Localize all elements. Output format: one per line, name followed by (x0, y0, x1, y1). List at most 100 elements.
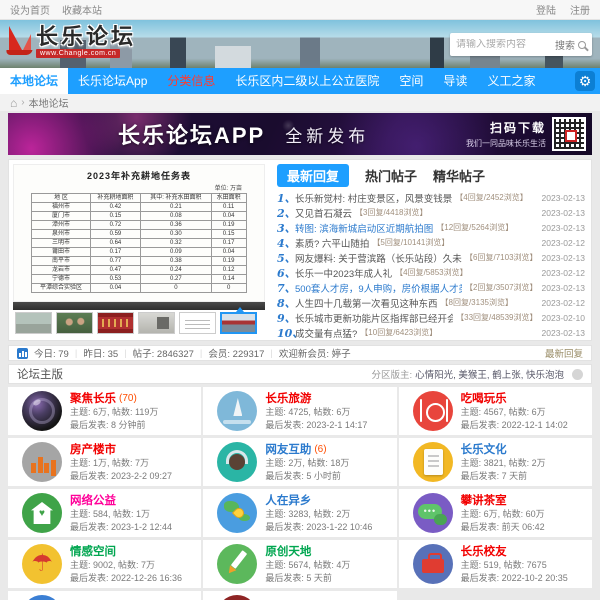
support-icon (217, 442, 257, 482)
moderators-list[interactable]: 心情阳光, 美猴王, 鹤上张, 快乐泡泡 (415, 367, 564, 381)
forum-block-长乐旗袍爱好者[interactable]: 长乐旗袍爱好者 (8, 591, 201, 600)
post-title-link[interactable]: 网友爆料: 关于营滨路（长乐站段）久未修复的回复 (295, 251, 462, 265)
tab-热门帖子[interactable]: 热门帖子 (365, 164, 417, 187)
forum-block-网友互助[interactable]: 网友互助 (6) 主题: 2万, 帖数: 18万 最后发表: 5 小时前 (203, 438, 396, 486)
app-banner-title: 长乐论坛APP (118, 118, 265, 150)
forum-block-title-link[interactable]: 吃喝玩乐 (461, 390, 507, 406)
post-item[interactable]: 2、 又见首石凝云 【3回复/4418浏览】 2023-02-13 (277, 205, 585, 220)
forum-block-聚焦长乐[interactable]: 聚焦长乐 (70) 主题: 6万, 帖数: 119万 最后发表: 8 分钟前 (8, 387, 201, 435)
thumbnail-wall-sign[interactable] (138, 312, 175, 334)
site-logo[interactable]: 长乐论坛 www.Changle.com.cn (6, 25, 136, 59)
thumbnail-building[interactable] (220, 312, 257, 334)
home-icon[interactable]: ⌂ (10, 98, 17, 108)
breadcrumb: ⌂ › 本地论坛 (0, 94, 600, 111)
post-title-link[interactable]: 长乐一中2023年成人礼 (295, 266, 392, 280)
forum-block-title-link[interactable]: 网友互助 (265, 441, 311, 457)
search-button[interactable]: 搜索 (555, 37, 586, 52)
bookmark-link[interactable]: 收藏本站 (62, 6, 102, 17)
post-title-link[interactable]: 长乐新觉村: 村庄变景区，风景变钱景 (295, 191, 452, 205)
post-item[interactable]: 6、 长乐一中2023年成人礼 【4回复/5853浏览】 2023-02-12 (277, 265, 585, 280)
forum-block-长乐旅游[interactable]: 长乐旅游 主题: 4725, 帖数: 6万 最后发表: 2023-2-1 14:… (203, 387, 396, 435)
forum-block-网络公益[interactable]: 网络公益 主题: 584, 帖数: 1万 最后发表: 2023-1-2 12:4… (8, 489, 201, 537)
post-meta: 【4回复/5853浏览】 (395, 267, 467, 278)
post-item[interactable]: 8、 人生四十几载第一次看见这种东西 【8回复/3135浏览】 2023-02-… (277, 295, 585, 310)
post-meta: 【8回复/3135浏览】 (441, 297, 513, 308)
nav-item-长乐论坛App[interactable]: 长乐论坛App (68, 68, 157, 94)
post-title-link[interactable]: 转图: 滨海新城启动区近期航拍图 (295, 221, 433, 235)
forum-block-人在异乡[interactable]: 人在异乡 主题: 3283, 帖数: 2万 最后发表: 2023-1-22 10… (203, 489, 396, 537)
post-title-link[interactable]: 素质? 六平山随拍 (295, 236, 369, 250)
login-link[interactable]: 登陆 (536, 6, 556, 17)
post-meta: 【6回复/7103浏览】 (465, 252, 537, 263)
stat-welcome-newest: 欢迎新会员: 婷子 (279, 346, 351, 360)
pencil-icon (217, 544, 257, 584)
tab-精华帖子[interactable]: 精华帖子 (433, 164, 485, 187)
forum-block-title-link[interactable]: 聚焦长乐 (70, 390, 116, 406)
forum-block-stats: 主题: 1万, 帖数: 7万 (70, 457, 172, 470)
post-item[interactable]: 3、 转图: 滨海新城启动区近期航拍图 【12回复/5264浏览】 2023-0… (277, 220, 585, 235)
gear-icon[interactable]: ⚙ (575, 71, 595, 91)
post-date: 2023-02-13 (538, 253, 585, 263)
forum-block-情感空间[interactable]: 情感空间 主题: 9002, 帖数: 7万 最后发表: 2022-12-26 1… (8, 540, 201, 588)
post-title-link[interactable]: 500套人才房，9人申购，房价根据人才类别仅按市场评估 (295, 281, 462, 295)
forum-block-房产楼市[interactable]: 房产楼市 主题: 1万, 帖数: 7万 最后发表: 2023-2-2 09:27 (8, 438, 201, 486)
utility-bar: 设为首页 收藏本站 登陆 注册 (0, 0, 600, 20)
post-title-link[interactable]: 人生四十几载第一次看见这种东西 (295, 296, 438, 310)
forum-block-lastpost: 最后发表: 2023-2-2 09:27 (70, 470, 172, 483)
post-item[interactable]: 9、 长乐城市更新功能片区指挥部已经开会怎么干了，其他片 【33回复/48539… (277, 310, 585, 325)
post-date: 2023-02-12 (538, 268, 585, 278)
forum-block-title-link[interactable]: 长乐旅游 (265, 390, 311, 406)
post-meta: 【33回复/48539浏览】 (456, 312, 537, 323)
forum-block-title-link[interactable]: 攀讲茶室 (461, 492, 507, 508)
forum-block-title-link[interactable]: 原创天地 (265, 543, 311, 559)
set-home-link[interactable]: 设为首页 (10, 6, 50, 17)
latest-reply-link[interactable]: 最新回复 (545, 346, 583, 360)
post-item[interactable]: 4、 素质? 六平山随拍 【5回复/10141浏览】 2023-02-12 (277, 235, 585, 250)
post-title-link[interactable]: 成交量有点猛? (295, 326, 357, 340)
nav-item-导读[interactable]: 导读 (433, 68, 477, 94)
nav-item-空间[interactable]: 空间 (389, 68, 433, 94)
forum-block-长乐汉服爱好者[interactable]: 长乐汉服爱好者 (203, 591, 396, 600)
forum-block-title-link[interactable]: 情感空间 (70, 543, 116, 559)
qr-code (552, 117, 586, 151)
forum-block-title-link[interactable]: 长乐文化 (461, 441, 507, 457)
post-item[interactable]: 7、 500套人才房，9人申购，房价根据人才类别仅按市场评估 【2回复/3507… (277, 280, 585, 295)
search-input[interactable] (456, 39, 555, 50)
forum-block-长乐文化[interactable]: 长乐文化 主题: 3821, 帖数: 2万 最后发表: 7 天前 (399, 438, 592, 486)
post-item[interactable]: 5、 网友爆料: 关于营滨路（长乐站段）久未修复的回复 【6回复/7103浏览】… (277, 250, 585, 265)
thumbnail-people[interactable] (56, 312, 93, 334)
thumbnail-table-document[interactable] (179, 312, 216, 334)
register-link[interactable]: 注册 (570, 6, 590, 17)
post-item[interactable]: 1、 长乐新觉村: 村庄变景区，风景变钱景 【4回复/2452浏览】 2023-… (277, 190, 585, 205)
app-promo-banner[interactable]: 长乐论坛APP 全新发布 扫码下载 我们一同品味长乐生活 (8, 113, 592, 155)
tab-最新回复[interactable]: 最新回复 (277, 164, 349, 187)
slide-image[interactable]: 2023年补充耕地任务表 单位: 万亩 地 区补充耕地面积其中: 补充水田面积水… (13, 164, 265, 302)
post-title-link[interactable]: 又见首石凝云 (295, 206, 352, 220)
forum-block-lastpost: 最后发表: 2022-12-1 14:02 (461, 419, 568, 432)
forum-block-长乐校友[interactable]: 长乐校友 主题: 519, 帖数: 7675 最后发表: 2022-10-2 2… (399, 540, 592, 588)
forum-block-title-link[interactable]: 人在异乡 (265, 492, 311, 508)
header-banner: 长乐论坛 www.Changle.com.cn 搜索 (0, 20, 600, 68)
forum-block-吃喝玩乐[interactable]: 吃喝玩乐 主题: 4567, 帖数: 6万 最后发表: 2022-12-1 14… (399, 387, 592, 435)
nav-item-长乐区内二级以上公立医院[interactable]: 长乐区内二级以上公立医院 (225, 68, 389, 94)
forum-block-原创天地[interactable]: 原创天地 主题: 5674, 帖数: 4万 最后发表: 5 天前 (203, 540, 396, 588)
post-title-link[interactable]: 长乐城市更新功能片区指挥部已经开会怎么干了，其他片 (295, 311, 453, 325)
breadcrumb-separator: › (21, 97, 24, 108)
breadcrumb-current[interactable]: 本地论坛 (29, 95, 69, 110)
nav-item-分类信息[interactable]: 分类信息 (157, 68, 225, 94)
forum-block-title-link[interactable]: 长乐校友 (461, 543, 507, 559)
forum-block-title-link[interactable]: 网络公益 (70, 492, 116, 508)
nav-item-本地论坛[interactable]: 本地论坛 (0, 68, 68, 94)
forum-block-stats: 主题: 3283, 帖数: 2万 (265, 508, 372, 521)
thumbnail-red-banner[interactable] (97, 312, 134, 334)
dining-icon (413, 391, 453, 431)
thumbnail-street[interactable] (15, 312, 52, 334)
collapse-toggle-icon[interactable] (572, 369, 583, 380)
nav-item-义工之家[interactable]: 义工之家 (477, 68, 545, 94)
stat-members: 会员: 229317 (208, 346, 264, 360)
forum-stats-strip: 今日: 79| 昨日: 35| 帖子: 2846327| 会员: 229317|… (8, 345, 592, 361)
post-item[interactable]: 10、 成交量有点猛? 【10回复/6423浏览】 2023-02-13 (277, 325, 585, 340)
forum-block-攀讲茶室[interactable]: 攀讲茶室 主题: 6万, 帖数: 60万 最后发表: 前天 06:42 (399, 489, 592, 537)
forum-block-stats: 主题: 6万, 帖数: 60万 (461, 508, 545, 521)
forum-block-title-link[interactable]: 房产楼市 (70, 441, 116, 457)
